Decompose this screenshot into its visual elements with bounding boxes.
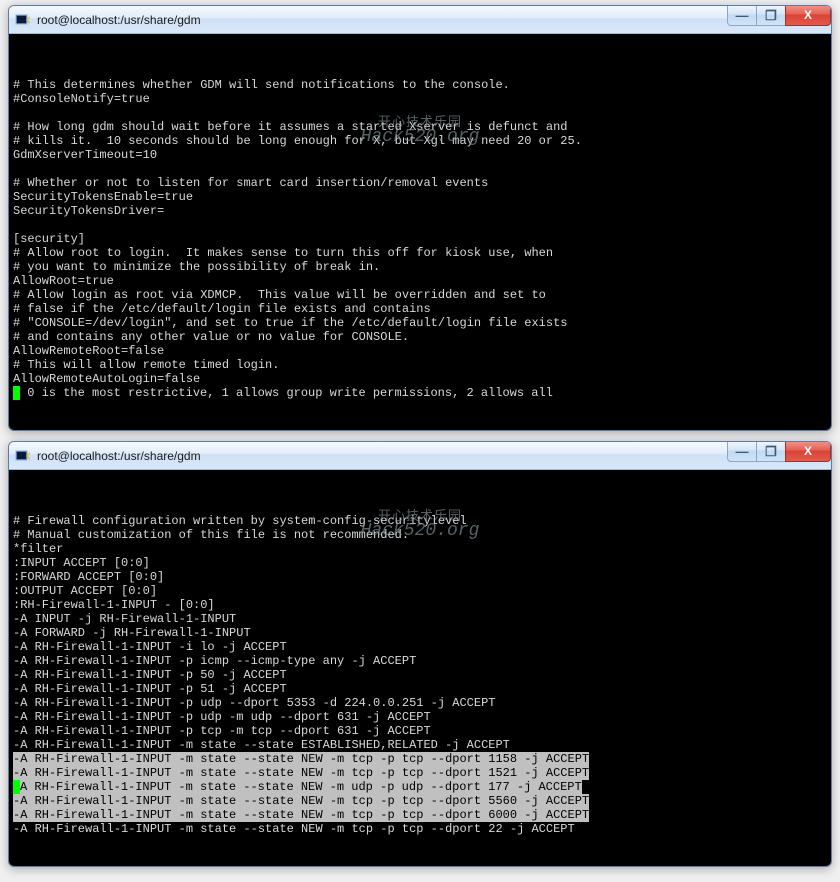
terminal-line: :FORWARD ACCEPT [0:0] bbox=[13, 570, 827, 584]
terminal-line: :OUTPUT ACCEPT [0:0] bbox=[13, 584, 827, 598]
titlebar[interactable]: root@localhost:/usr/share/gdm — ❐ X bbox=[9, 442, 831, 470]
maximize-icon: ❐ bbox=[765, 445, 777, 458]
terminal-line: *filter bbox=[13, 542, 827, 556]
terminal-line: #ConsoleNotify=true bbox=[13, 92, 827, 106]
terminal-line: [security] bbox=[13, 232, 827, 246]
cursor-icon: - bbox=[13, 780, 20, 794]
close-icon: X bbox=[804, 445, 812, 457]
minimize-button[interactable]: — bbox=[727, 6, 757, 26]
minimize-button[interactable]: — bbox=[727, 442, 757, 462]
terminal-line: # Allow login as root via XDMCP. This va… bbox=[13, 288, 827, 302]
close-button[interactable]: X bbox=[785, 442, 831, 462]
terminal-line: -A RH-Firewall-1-INPUT -p udp --dport 53… bbox=[13, 696, 827, 710]
terminal-line: -A RH-Firewall-1-INPUT -i lo -j ACCEPT bbox=[13, 640, 827, 654]
terminal-line: AllowRemoteRoot=false bbox=[13, 344, 827, 358]
terminal-line-highlight: -A RH-Firewall-1-INPUT -m state --state … bbox=[13, 766, 827, 780]
terminal-line: # kills it. 10 seconds should be long en… bbox=[13, 134, 827, 148]
terminal-line: -A FORWARD -j RH-Firewall-1-INPUT bbox=[13, 626, 827, 640]
putty-icon bbox=[15, 448, 31, 464]
window-controls: — ❐ X bbox=[728, 442, 831, 462]
minimize-icon: — bbox=[736, 445, 749, 458]
putty-icon bbox=[15, 12, 31, 28]
terminal-line-highlight: -A RH-Firewall-1-INPUT -m state --state … bbox=[13, 794, 827, 808]
terminal-line: # 0 is the most restrictive, 1 allows gr… bbox=[13, 386, 827, 400]
terminal-line: GdmXserverTimeout=10 bbox=[13, 148, 827, 162]
terminal-line-highlight: -A RH-Firewall-1-INPUT -m state --state … bbox=[13, 780, 827, 794]
terminal-line: # Whether or not to listen for smart car… bbox=[13, 176, 827, 190]
terminal-line: -A RH-Firewall-1-INPUT -m state --state … bbox=[13, 822, 827, 836]
terminal-line: -A RH-Firewall-1-INPUT -p 50 -j ACCEPT bbox=[13, 668, 827, 682]
terminal-line: # you want to minimize the possibility o… bbox=[13, 260, 827, 274]
terminal-line: -A RH-Firewall-1-INPUT -p tcp -m tcp --d… bbox=[13, 724, 827, 738]
terminal-line: AllowRoot=true bbox=[13, 274, 827, 288]
terminal-line: SecurityTokensEnable=true bbox=[13, 190, 827, 204]
maximize-icon: ❐ bbox=[765, 9, 777, 22]
terminal-line bbox=[13, 162, 827, 176]
window-title: root@localhost:/usr/share/gdm bbox=[37, 13, 728, 27]
terminal-line: :INPUT ACCEPT [0:0] bbox=[13, 556, 827, 570]
terminal-line: -A RH-Firewall-1-INPUT -p 51 -j ACCEPT bbox=[13, 682, 827, 696]
terminal-content[interactable]: 开心技术乐园 Hack520.org # This determines whe… bbox=[9, 34, 831, 430]
titlebar[interactable]: root@localhost:/usr/share/gdm — ❐ X bbox=[9, 6, 831, 34]
window-controls: — ❐ X bbox=[728, 6, 831, 26]
terminal-window-1: root@localhost:/usr/share/gdm — ❐ X 开心技术… bbox=[8, 5, 832, 431]
terminal-line: -A RH-Firewall-1-INPUT -m state --state … bbox=[13, 738, 827, 752]
maximize-button[interactable]: ❐ bbox=[756, 442, 786, 462]
cursor-icon: # bbox=[13, 386, 20, 400]
terminal-line: # This determines whether GDM will send … bbox=[13, 78, 827, 92]
terminal-line-highlight: -A RH-Firewall-1-INPUT -m state --state … bbox=[13, 808, 827, 822]
maximize-button[interactable]: ❐ bbox=[756, 6, 786, 26]
terminal-line: -A RH-Firewall-1-INPUT -p udp -m udp --d… bbox=[13, 710, 827, 724]
terminal-line-highlight: -A RH-Firewall-1-INPUT -m state --state … bbox=[13, 752, 827, 766]
terminal-line: -A RH-Firewall-1-INPUT -p icmp --icmp-ty… bbox=[13, 654, 827, 668]
terminal-line: # Firewall configuration written by syst… bbox=[13, 514, 827, 528]
minimize-icon: — bbox=[736, 9, 749, 22]
terminal-line: # "CONSOLE=/dev/login", and set to true … bbox=[13, 316, 827, 330]
terminal-line: :RH-Firewall-1-INPUT - [0:0] bbox=[13, 598, 827, 612]
terminal-window-2: root@localhost:/usr/share/gdm — ❐ X 开心技术… bbox=[8, 441, 832, 867]
terminal-line: # How long gdm should wait before it ass… bbox=[13, 120, 827, 134]
terminal-content[interactable]: 开心技术乐园 Hack520.org # Firewall configurat… bbox=[9, 470, 831, 866]
terminal-line: # Manual customization of this file is n… bbox=[13, 528, 827, 542]
terminal-line: -A INPUT -j RH-Firewall-1-INPUT bbox=[13, 612, 827, 626]
terminal-line: # Allow root to login. It makes sense to… bbox=[13, 246, 827, 260]
terminal-line: # This will allow remote timed login. bbox=[13, 358, 827, 372]
terminal-line: AllowRemoteAutoLogin=false bbox=[13, 372, 827, 386]
terminal-line: # false if the /etc/default/login file e… bbox=[13, 302, 827, 316]
close-icon: X bbox=[804, 9, 812, 21]
terminal-line: SecurityTokensDriver= bbox=[13, 204, 827, 218]
terminal-line: # and contains any other value or no val… bbox=[13, 330, 827, 344]
terminal-line bbox=[13, 106, 827, 120]
close-button[interactable]: X bbox=[785, 6, 831, 26]
terminal-line bbox=[13, 218, 827, 232]
window-title: root@localhost:/usr/share/gdm bbox=[37, 449, 728, 463]
